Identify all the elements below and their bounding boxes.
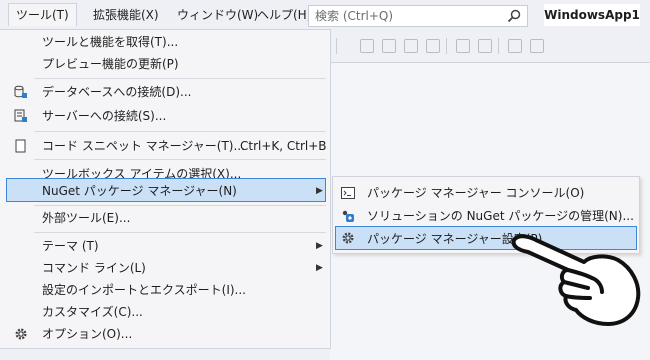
menu-separator xyxy=(34,131,326,132)
solution-title: WindowsApp1 xyxy=(544,4,640,26)
menu-item-preview-features[interactable]: プレビュー機能の更新(P) xyxy=(0,52,330,76)
menu-item-command-line[interactable]: コマンド ライン(L) ▶ xyxy=(0,256,330,280)
spacing-icon[interactable] xyxy=(456,39,470,53)
menu-item-label: 設定のインポートとエクスポート(I)... xyxy=(42,283,246,297)
order-icon[interactable] xyxy=(530,39,544,53)
toolbar-separator xyxy=(498,38,499,54)
menu-item-label: テーマ (T) xyxy=(42,239,99,253)
menu-item-connect-server[interactable]: サーバーへの接続(S)... xyxy=(0,104,330,128)
toolbar xyxy=(330,32,650,58)
menu-item-customize[interactable]: カスタマイズ(C)... xyxy=(0,300,330,324)
submenu-item-package-manager-console[interactable]: パッケージ マネージャー コンソール(O) xyxy=(333,181,639,205)
submenu-arrow-icon: ▶ xyxy=(316,186,323,196)
server-connect-icon xyxy=(14,109,27,122)
tools-menu: ツールと機能を取得(T)... プレビュー機能の更新(P) データベースへの接続… xyxy=(0,29,331,349)
submenu-item-manage-nuget-packages[interactable]: ソリューションの NuGet パッケージの管理(N)... xyxy=(333,204,639,228)
database-connect-icon xyxy=(14,85,27,98)
menu-item-snippet-manager[interactable]: コード スニペット マネージャー(T)... Ctrl+K, Ctrl+B xyxy=(0,134,330,158)
menu-extensions[interactable]: 拡張機能(X) xyxy=(86,4,166,26)
menu-item-connect-database[interactable]: データベースへの接続(D)... xyxy=(0,80,330,104)
menu-item-external-tools[interactable]: 外部ツール(E)... xyxy=(0,206,330,230)
search-placeholder: 検索 (Ctrl+Q) xyxy=(315,9,394,23)
pointing-hand-icon xyxy=(511,234,641,326)
search-box[interactable]: 検索 (Ctrl+Q) xyxy=(308,5,528,27)
menu-item-label: ツールと機能を取得(T)... xyxy=(42,35,179,49)
menu-separator xyxy=(34,159,326,160)
menu-item-label: 外部ツール(E)... xyxy=(42,211,131,225)
menu-separator xyxy=(34,232,326,233)
menu-item-label: プレビュー機能の更新(P) xyxy=(42,57,179,71)
menu-item-import-export-settings[interactable]: 設定のインポートとエクスポート(I)... xyxy=(0,278,330,302)
submenu-arrow-icon: ▶ xyxy=(316,263,323,273)
submenu-item-label: ソリューションの NuGet パッケージの管理(N)... xyxy=(367,209,634,223)
snippet-icon xyxy=(15,139,26,153)
resize-icon[interactable] xyxy=(382,39,396,53)
menu-item-label: コマンド ライン(L) xyxy=(42,261,146,275)
menu-item-label: カスタマイズ(C)... xyxy=(42,305,143,319)
submenu-arrow-icon: ▶ xyxy=(316,241,323,251)
menu-separator xyxy=(34,78,326,79)
menu-item-theme[interactable]: テーマ (T) ▶ xyxy=(0,234,330,258)
menu-item-label: サーバーへの接続(S)... xyxy=(42,109,167,123)
menu-item-label: オプション(O)... xyxy=(42,327,133,341)
toolbar-separator xyxy=(336,38,337,54)
menu-item-get-tools[interactable]: ツールと機能を取得(T)... xyxy=(0,30,330,54)
gear-icon xyxy=(15,328,27,340)
search-icon[interactable] xyxy=(507,9,521,23)
menu-tools[interactable]: ツール(T) xyxy=(8,3,77,26)
nuget-icon xyxy=(342,210,354,222)
menu-item-nuget-package-manager[interactable]: NuGet パッケージ マネージャー(N) ▶ xyxy=(6,178,326,202)
zoom-icon[interactable] xyxy=(426,39,440,53)
menu-item-label: コード スニペット マネージャー(T)... xyxy=(42,139,245,153)
console-icon xyxy=(341,187,355,199)
menu-item-options[interactable]: オプション(O)... xyxy=(0,322,330,346)
spacing-icon[interactable] xyxy=(478,39,492,53)
menu-bar: ツール(T) 拡張機能(X) ウィンドウ(W) ヘルプ(H) 検索 (Ctrl+… xyxy=(0,0,650,30)
order-icon[interactable] xyxy=(508,39,522,53)
fit-icon[interactable] xyxy=(404,39,418,53)
align-icon[interactable] xyxy=(360,39,374,53)
menu-item-label: NuGet パッケージ マネージャー(N) xyxy=(42,184,237,198)
submenu-item-label: パッケージ マネージャー コンソール(O) xyxy=(367,186,585,200)
menu-item-shortcut: Ctrl+K, Ctrl+B xyxy=(240,139,327,153)
menu-item-label: データベースへの接続(D)... xyxy=(42,85,192,99)
gear-icon xyxy=(342,232,354,244)
toolbar-separator xyxy=(446,38,447,54)
